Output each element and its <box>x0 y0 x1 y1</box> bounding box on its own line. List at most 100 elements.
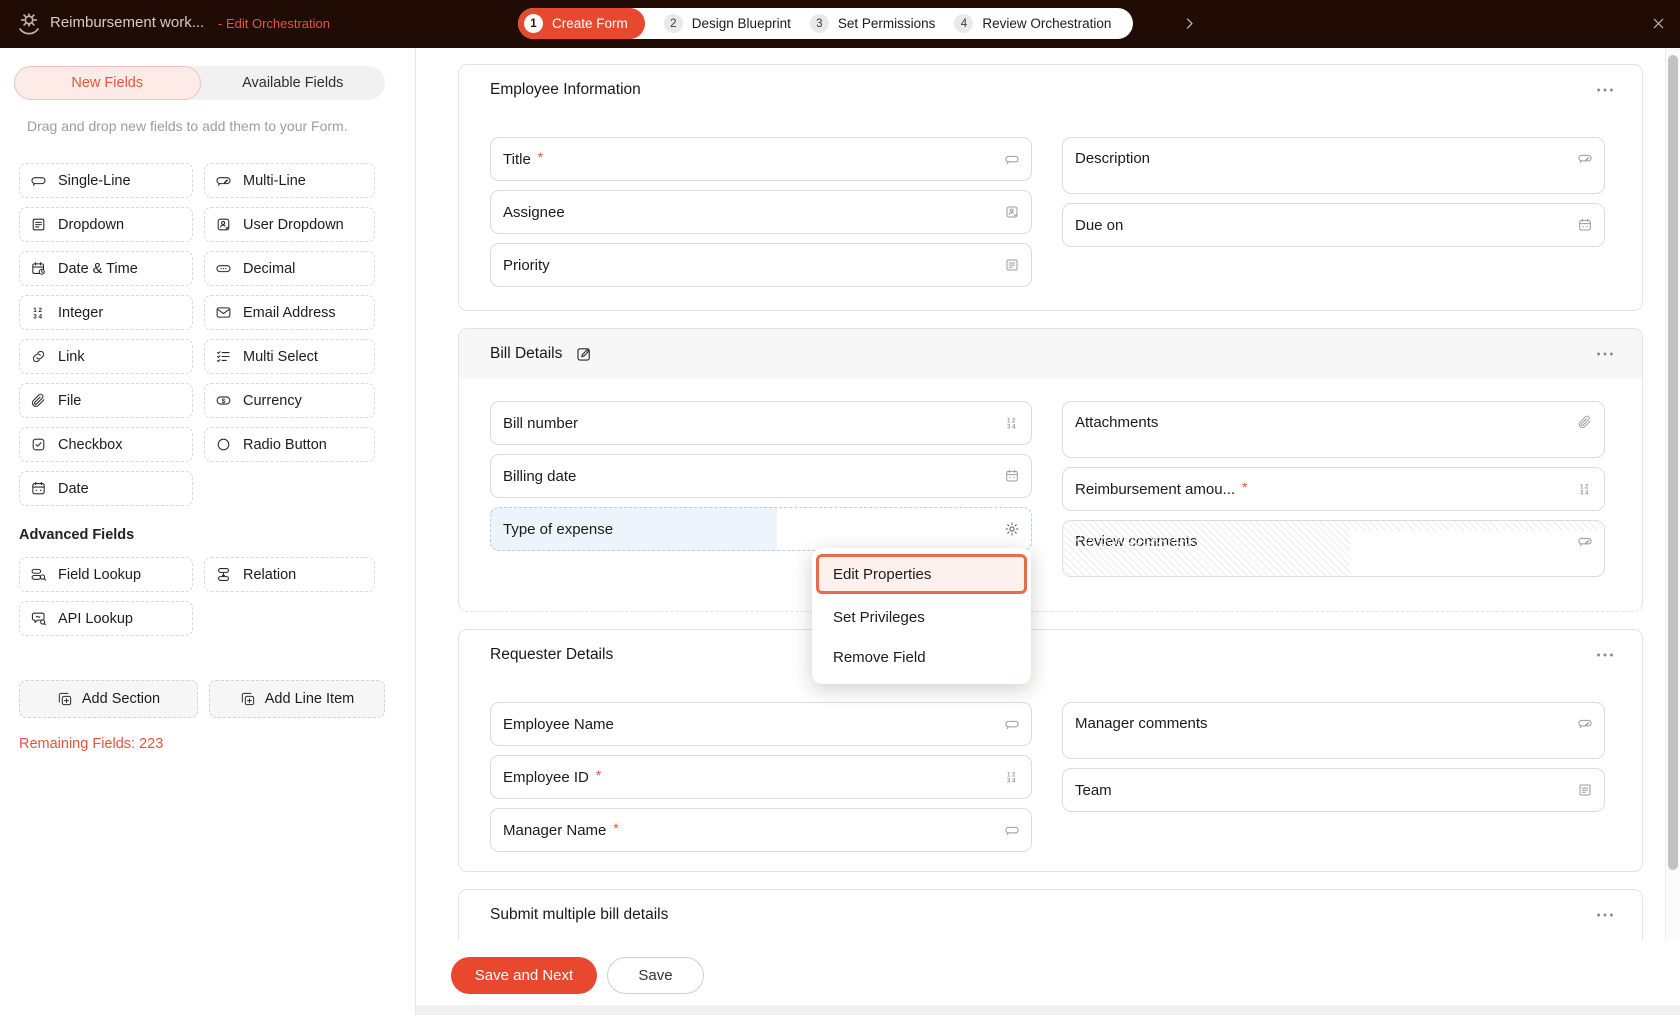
stepper-step-set-permissions[interactable]: 3 Set Permissions <box>809 14 935 33</box>
close-icon[interactable] <box>1650 15 1667 32</box>
edit-icon[interactable] <box>575 345 593 363</box>
field-type-link[interactable]: Link <box>19 339 193 374</box>
form-field-title[interactable]: Title * <box>490 137 1032 181</box>
more-icon[interactable] <box>1594 343 1616 365</box>
add-buttons-row: Add Section Add Line Item <box>19 680 385 718</box>
form-field-reimbursement-amou[interactable]: Reimbursement amou... * 1 23 4 <box>1062 467 1605 511</box>
form-field-due-on[interactable]: Due on <box>1062 203 1605 247</box>
field-label: Review comments <box>1075 533 1198 550</box>
field-type-api-lookup[interactable]: API Lookup <box>19 601 193 636</box>
form-field-employee-name[interactable]: Employee Name <box>490 702 1032 746</box>
field-type-dropdown[interactable]: Dropdown <box>19 207 193 242</box>
field-type-label: File <box>58 392 82 409</box>
section-title: Submit multiple bill details <box>490 906 669 923</box>
field-type-label: Currency <box>243 392 302 409</box>
section-column-left: Employee Name Employee ID * 1 23 4 Manag… <box>490 702 1032 852</box>
form-field-type-of-expense[interactable]: Type of expense <box>490 507 1032 551</box>
field-label: Manager Name <box>503 821 607 839</box>
gear-icon[interactable] <box>1004 521 1020 537</box>
chevron-right-icon[interactable] <box>1181 15 1198 32</box>
step-label: Design Blueprint <box>691 16 791 31</box>
tab-available-fields[interactable]: Available Fields <box>201 66 386 100</box>
field-type-label: Date <box>58 480 89 497</box>
stepper-step-design-blueprint[interactable]: 2 Design Blueprint <box>663 14 791 33</box>
add-item-icon <box>240 691 256 707</box>
save-button[interactable]: Save <box>607 957 704 994</box>
field-type-file[interactable]: File <box>19 383 193 418</box>
stepper-step-create-form[interactable]: 1 Create Form <box>518 8 645 39</box>
menu-item-edit-properties[interactable]: Edit Properties <box>816 554 1027 594</box>
field-label: Description <box>1075 150 1151 167</box>
svg-text:1 2: 1 2 <box>1580 484 1589 490</box>
field-type-relation[interactable]: Relation <box>204 557 375 592</box>
form-field-manager-comments[interactable]: Manager comments <box>1062 702 1605 759</box>
field-label: Assignee <box>503 203 565 221</box>
field-lookup-icon <box>30 566 47 583</box>
more-icon[interactable] <box>1594 644 1616 666</box>
field-label: Billing date <box>503 467 577 485</box>
field-type-multi-select[interactable]: Multi Select <box>204 339 375 374</box>
form-field-assignee[interactable]: Assignee <box>490 190 1032 234</box>
field-type-email-address[interactable]: Email Address <box>204 295 375 330</box>
svg-text:$: $ <box>222 398 226 405</box>
dropdown-icon <box>1004 257 1020 273</box>
multi-line-icon <box>1577 533 1593 549</box>
field-type-field-lookup[interactable]: Field Lookup <box>19 557 193 592</box>
required-asterisk: * <box>1242 479 1248 495</box>
field-label: Type of expense <box>503 520 614 538</box>
field-type-user-dropdown[interactable]: User Dropdown <box>204 207 375 242</box>
section-column-left: Title * Assignee Priority <box>490 137 1032 287</box>
relation-icon <box>215 566 232 583</box>
field-label: Manager comments <box>1075 715 1208 732</box>
svg-text:1 2: 1 2 <box>33 307 42 314</box>
stepper-step-review-orchestration[interactable]: 4 Review Orchestration <box>954 14 1111 33</box>
form-field-attachments[interactable]: Attachments <box>1062 401 1605 458</box>
field-type-label: Checkbox <box>58 436 123 453</box>
menu-item-set-privileges[interactable]: Set Privileges <box>812 597 1031 637</box>
paperclip-icon <box>30 392 47 409</box>
field-type-label: Relation <box>243 566 297 583</box>
scrollbar-thumb[interactable] <box>1668 55 1678 870</box>
field-type-decimal[interactable]: Decimal <box>204 251 375 286</box>
field-label: Priority <box>503 256 550 274</box>
add-section-button[interactable]: Add Section <box>19 680 198 718</box>
form-field-description[interactable]: Description <box>1062 137 1605 194</box>
form-field-employee-id[interactable]: Employee ID * 1 23 4 <box>490 755 1032 799</box>
menu-item-remove-field[interactable]: Remove Field <box>812 637 1031 677</box>
add-section-label: Add Section <box>81 691 161 707</box>
form-field-billing-date[interactable]: Billing date <box>490 454 1032 498</box>
single-line-icon <box>30 172 47 189</box>
add-line-item-button[interactable]: Add Line Item <box>209 680 385 718</box>
field-type-radio-button[interactable]: Radio Button <box>204 427 375 462</box>
form-field-priority[interactable]: Priority <box>490 243 1032 287</box>
form-field-team[interactable]: Team <box>1062 768 1605 812</box>
svg-text:3 4: 3 4 <box>1007 779 1016 785</box>
required-asterisk: * <box>613 820 619 836</box>
field-type-currency[interactable]: $ Currency <box>204 383 375 418</box>
field-label: Team <box>1075 781 1112 799</box>
form-field-review-comments[interactable]: Review comments <box>1062 520 1605 577</box>
required-asterisk: * <box>595 767 602 783</box>
form-field-bill-number[interactable]: Bill number 1 23 4 <box>490 401 1032 445</box>
integer-icon: 1 23 4 <box>1004 769 1020 785</box>
email-icon <box>215 304 232 321</box>
step-number: 2 <box>663 14 683 33</box>
field-type-label: API Lookup <box>58 610 133 627</box>
api-lookup-icon <box>30 610 47 627</box>
svg-text:1 2: 1 2 <box>1007 418 1016 424</box>
tab-new-fields[interactable]: New Fields <box>14 66 201 100</box>
more-icon[interactable] <box>1594 79 1616 101</box>
more-icon[interactable] <box>1594 904 1616 926</box>
field-type-multi-line[interactable]: Multi-Line <box>204 163 375 198</box>
field-type-integer[interactable]: 1 23 4 Integer <box>19 295 193 330</box>
save-and-next-button[interactable]: Save and Next <box>451 957 597 994</box>
form-field-manager-name[interactable]: Manager Name * <box>490 808 1032 852</box>
single-line-icon <box>1004 822 1020 838</box>
field-type-checkbox[interactable]: Checkbox <box>19 427 193 462</box>
field-type-date-time[interactable]: Date & Time <box>19 251 193 286</box>
paperclip-icon <box>1577 414 1593 430</box>
field-type-date[interactable]: Date <box>19 471 193 506</box>
required-asterisk: * <box>537 149 544 165</box>
field-type-single-line[interactable]: Single-Line <box>19 163 193 198</box>
field-label: Due on <box>1075 216 1124 234</box>
